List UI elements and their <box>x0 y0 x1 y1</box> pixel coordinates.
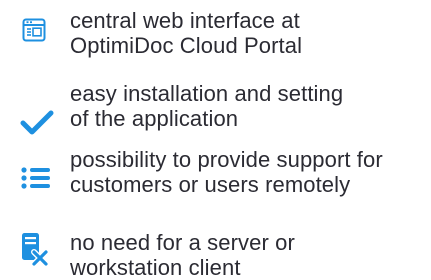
feature-web-interface: central web interface at OptimiDoc Cloud… <box>0 0 431 62</box>
feature-text: possibility to provide support for custo… <box>70 147 383 197</box>
feature-no-server: no need for a server or workstation clie… <box>0 212 431 280</box>
feature-text-line: customers or users remotely <box>70 172 351 197</box>
checkmark-icon <box>20 110 54 141</box>
feature-text-line: no need for a server or <box>70 230 295 255</box>
web-window-icon <box>22 18 46 47</box>
feature-text-line: easy installation and setting <box>70 81 344 106</box>
feature-text: central web interface at OptimiDoc Cloud… <box>70 8 302 58</box>
feature-text-line: of the application <box>70 106 239 131</box>
list-icon <box>21 166 51 195</box>
feature-text-line: possibility to provide support for <box>70 147 383 172</box>
feature-remote-support: possibility to provide support for custo… <box>0 142 431 204</box>
feature-text: easy installation and setting of the app… <box>70 81 343 131</box>
feature-text: no need for a server or workstation clie… <box>70 230 295 280</box>
no-server-icon <box>20 232 50 271</box>
feature-text-line: central web interface at <box>70 8 300 33</box>
feature-easy-installation: easy installation and setting of the app… <box>0 72 431 135</box>
feature-text-line: workstation client <box>70 255 241 280</box>
feature-text-line: OptimiDoc Cloud Portal <box>70 33 303 58</box>
